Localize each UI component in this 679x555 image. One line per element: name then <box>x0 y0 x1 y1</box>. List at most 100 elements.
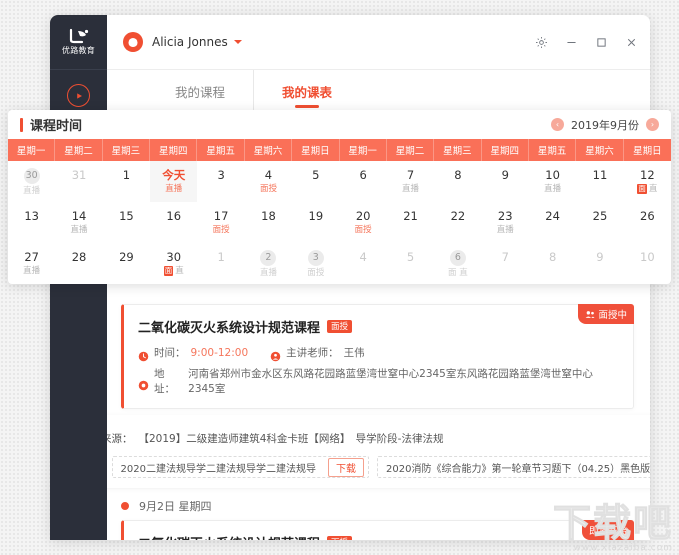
tab-my-schedule[interactable]: 我的课表 <box>253 69 360 113</box>
calendar-day-number: 7 <box>406 168 415 182</box>
calendar-day-cell[interactable]: 21 <box>387 202 434 243</box>
calendar-day-number: 4 <box>264 168 273 182</box>
calendar-day-number: 25 <box>592 209 608 223</box>
calendar-day-number: 8 <box>454 168 462 182</box>
calendar-day-number: 1 <box>122 168 131 182</box>
calendar-day-tag: 面 直 <box>448 267 468 278</box>
calendar-day-cell[interactable]: 6面 直 <box>434 243 481 284</box>
close-icon[interactable] <box>625 36 638 49</box>
calendar-day-cell[interactable]: 18 <box>245 202 292 243</box>
day-label: 9月2日 星期四 <box>139 500 212 513</box>
calendar-weekday: 星期三 <box>434 139 482 161</box>
calendar-day-cell[interactable]: 4 <box>340 243 387 284</box>
status-badge-text: 即将开始 <box>588 526 627 537</box>
calendar-day-cell[interactable]: 24 <box>529 202 576 243</box>
calendar-day-cell[interactable]: 12 面直 <box>624 161 671 202</box>
calendar-day-cell[interactable]: 19 <box>292 202 339 243</box>
calendar-tag-plain: 直 <box>648 184 658 194</box>
calendar-weekday: 星期日 <box>633 146 662 157</box>
calendar-day-number: 9 <box>501 168 509 182</box>
day-dot-icon <box>121 502 129 510</box>
calendar-day-number: 12 <box>640 168 655 182</box>
calendar-day-cell[interactable]: 22 <box>434 202 481 243</box>
calendar-day-cell[interactable]: 16 <box>150 202 197 243</box>
calendar-day-cell[interactable]: 2 直播 <box>245 243 292 284</box>
calendar-day-cell[interactable]: 20 面授 <box>340 202 387 243</box>
calendar-day-cell[interactable]: 1 <box>103 161 150 202</box>
calendar-day-tag: 面直 <box>637 184 657 194</box>
calendar-day-cell[interactable]: 10 直播 <box>529 161 576 202</box>
chevron-down-icon[interactable] <box>233 40 242 44</box>
calendar-day-cell[interactable]: 5 <box>292 161 339 202</box>
app-logo: 优路教育 <box>50 15 107 70</box>
course-type-badge: 面授 <box>327 536 353 540</box>
brand-name: 优路教育 <box>61 46 96 55</box>
calendar-day-cell[interactable]: 10 <box>624 243 671 284</box>
calendar-weekday: 星期六 <box>576 139 624 161</box>
calendar-day-cell[interactable]: 3 <box>197 161 244 202</box>
calendar-day-cell[interactable]: 9 <box>482 161 529 202</box>
calendar-weekday: 星期四 <box>150 139 198 161</box>
course-title: 二氧化碳灭火系统设计规范课程 <box>138 533 320 540</box>
calendar-day-cell[interactable]: 30 直播 <box>8 161 55 202</box>
status-badge: 面授中 <box>578 304 634 324</box>
calendar-day-cell[interactable]: 3 面授 <box>292 243 339 284</box>
calendar-header: 课程时间 ‹ 2019年9月份 › <box>8 110 671 139</box>
calendar-popover: 课程时间 ‹ 2019年9月份 › 星期一 星期二 星期三 星期四 星期五 星期六 星期日星… <box>8 110 671 284</box>
chevron-right-icon[interactable]: › <box>646 118 659 131</box>
calendar-day-number: 3 <box>307 249 324 266</box>
calendar-week-row: 30 直播 31 1 今天 直播 3 4 面授 5 6 7 直播 8 9 10 直播 11 12 面直 <box>8 161 671 202</box>
calendar-day-cell[interactable]: 28 <box>55 243 102 284</box>
download-button[interactable]: 下载 <box>328 457 364 477</box>
course-card[interactable]: 即将开始 二氧化碳灭火系统设计规范课程 面授 时间： 9:00-12:00 <box>121 520 634 540</box>
calendar-day-number: 23 <box>497 209 513 223</box>
gear-icon[interactable] <box>535 36 548 49</box>
avatar[interactable] <box>123 32 143 52</box>
chevron-left-icon[interactable]: ‹ <box>551 118 564 131</box>
calendar-body: 30 直播 31 1 今天 直播 3 4 面授 5 6 7 直播 8 9 10 直播 11 12 面直 13 14 直播 15… <box>8 161 671 284</box>
calendar-day-cell[interactable]: 4 面授 <box>245 161 292 202</box>
calendar-day-cell[interactable]: 5 <box>387 243 434 284</box>
course-meta-row-2: 地址： 河南省郑州市金水区东风路花园路蓝堡湾世窒中心2345室东风路花园路蓝堡湾… <box>138 366 619 396</box>
calendar-day-cell[interactable]: 1 <box>197 243 244 284</box>
tab-my-courses[interactable]: 我的课程 <box>147 70 253 113</box>
calendar-day-cell[interactable]: 8 <box>529 243 576 284</box>
calendar-tag-chip: 面 <box>637 184 647 194</box>
calendar-day-cell[interactable]: 30 面直 <box>150 243 197 284</box>
calendar-day-cell[interactable]: 11 <box>576 161 623 202</box>
calendar-day-cell[interactable]: 17 面授 <box>197 202 244 243</box>
calendar-day-cell[interactable]: 29 <box>103 243 150 284</box>
calendar-day-cell[interactable]: 15 <box>103 202 150 243</box>
calendar-day-number: 30 <box>23 167 40 184</box>
calendar-day-cell[interactable]: 7 <box>482 243 529 284</box>
course-time-label: 时间： <box>154 347 186 359</box>
calendar-day-cell[interactable]: 31 <box>55 161 102 202</box>
calendar-weekday: 星期四 <box>482 139 529 161</box>
user-name: Alicia Jonnes <box>152 35 228 49</box>
calendar-day-cell[interactable]: 9 <box>576 243 623 284</box>
minimize-icon[interactable] <box>565 36 578 49</box>
calendar-day-tag: 面授 <box>307 267 325 278</box>
calendar-day-cell[interactable]: 14 直播 <box>55 202 102 243</box>
calendar-day-cell[interactable]: 6 <box>340 161 387 202</box>
calendar-day-cell[interactable]: 8 <box>434 161 481 202</box>
clock-icon <box>138 347 149 362</box>
calendar-day-tag: 直播 <box>23 266 41 276</box>
calendar-day-cell[interactable]: 今天 直播 <box>150 161 198 202</box>
course-title-row: 二氧化碳灭火系统设计规范课程 面授 <box>138 533 619 540</box>
screen-root: 优路教育 我的课程 Alicia Jonnes <box>0 0 679 555</box>
calendar-day-cell[interactable]: 7 直播 <box>387 161 434 202</box>
calendar-day-cell[interactable]: 23 直播 <box>482 202 529 243</box>
calendar-day-cell[interactable]: 26 <box>624 202 671 243</box>
calendar-day-cell[interactable]: 13 <box>8 202 55 243</box>
calendar-weekday: 星期一 <box>8 139 56 161</box>
calendar-week-row: 27 直播 28 29 30 面直 1 2 直播 3 面授 4 5 6 面 直 7 8 9 10 <box>8 243 671 284</box>
people-icon <box>586 310 595 318</box>
course-meta-row-1: 时间： 9:00-12:00 主讲老师： 王伟 <box>138 345 619 362</box>
maximize-icon[interactable] <box>595 36 608 49</box>
course-card[interactable]: 面授中 二氧化碳灭火系统设计规范课程 面授 时间： 9:00-12:00 主讲老… <box>121 304 634 409</box>
calendar-weekday: 星期三 <box>103 139 151 161</box>
calendar-tag-plain: 直 <box>175 266 184 276</box>
calendar-day-cell[interactable]: 25 <box>576 202 623 243</box>
calendar-day-cell[interactable]: 27 直播 <box>8 243 55 284</box>
